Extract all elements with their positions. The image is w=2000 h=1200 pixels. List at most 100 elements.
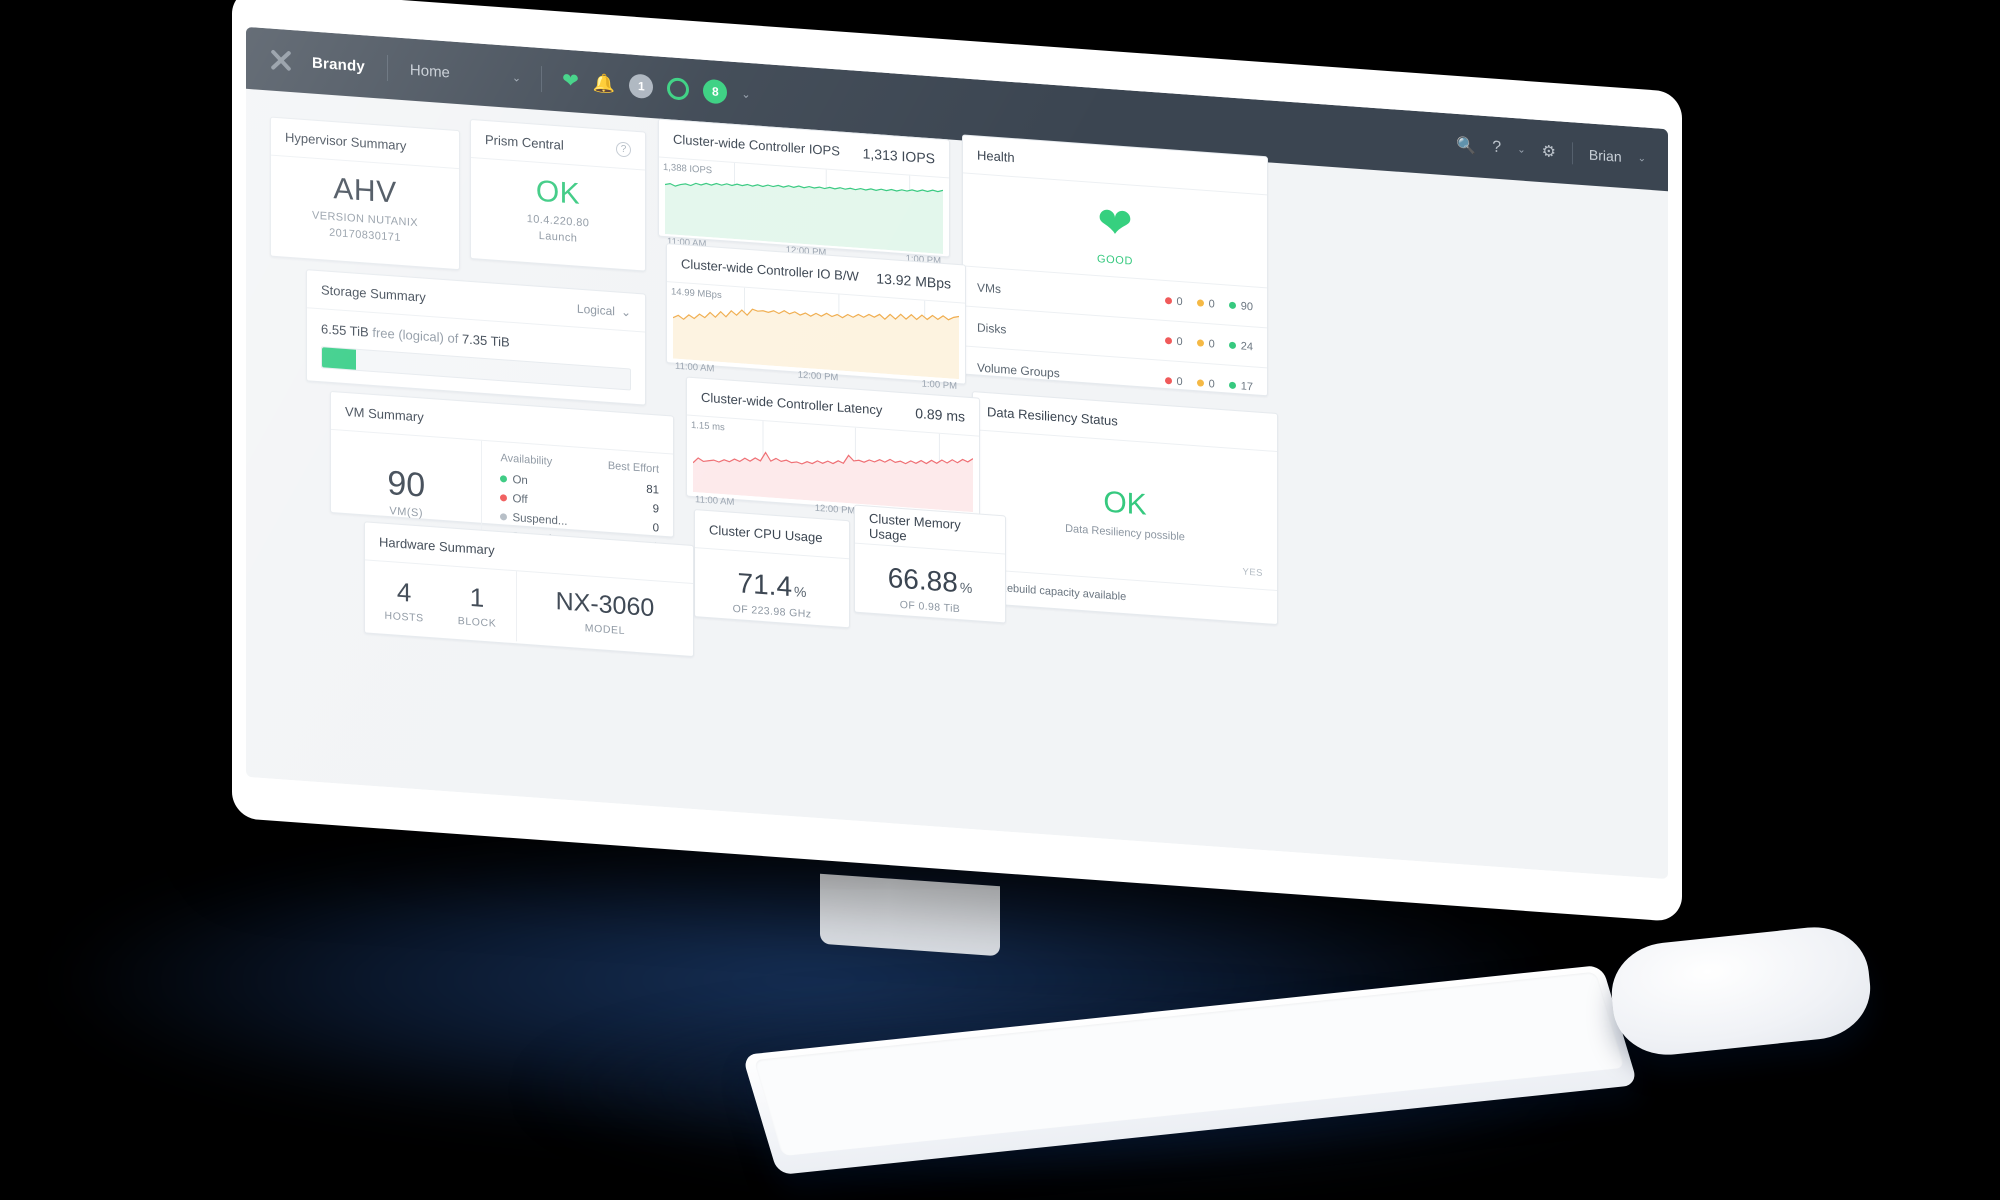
- bell-icon[interactable]: 🔔: [593, 73, 615, 95]
- status-dot-green: [1228, 341, 1236, 350]
- card-cluster-cpu-usage[interactable]: Cluster CPU Usage 71.4% OF 223.98 GHz: [694, 509, 850, 629]
- vg-green-count: 17: [1240, 379, 1253, 393]
- prism-central-ip: 10.4.220.80: [526, 213, 590, 230]
- resiliency-footer: Rebuild capacity available: [973, 568, 1277, 625]
- card-storage-summary[interactable]: Storage Summary Logical ⌄ 6.55 TiB free …: [306, 269, 646, 406]
- nav-divider: [386, 54, 388, 82]
- mouse: [1606, 921, 1876, 1061]
- status-dot-red: [1164, 297, 1172, 305]
- storage-scope-label: Logical: [576, 301, 615, 318]
- chart-peak-value: 0.89 ms: [915, 404, 965, 425]
- blocks-count: 1: [469, 581, 485, 613]
- hypervisor-version-line2: 20170830171: [329, 226, 401, 244]
- help-icon[interactable]: ?: [616, 141, 631, 158]
- cluster-name-label[interactable]: Brandy: [312, 54, 365, 75]
- monitor-stand: [820, 873, 1000, 957]
- blocks-label: BLOCK: [457, 615, 497, 630]
- card-vm-summary[interactable]: VM Summary 90 VM(S) Availability Best Ef…: [330, 390, 674, 569]
- rebuild-capacity-label: Rebuild capacity available: [999, 581, 1127, 603]
- status-dot-red: [1164, 337, 1172, 345]
- card-title: Hypervisor Summary: [285, 129, 407, 154]
- monitor-screen: Brandy Home ⌄ ❤ 🔔 1 8 ⌄ 🔍 ? ⌄ ⚙ Brian ⌄ …: [246, 26, 1668, 880]
- cpu-usage-value: 71.4%: [738, 567, 807, 604]
- prism-central-launch-link[interactable]: Launch: [539, 230, 578, 245]
- disks-yellow-count: 0: [1208, 337, 1215, 351]
- monitor-bezel: Brandy Home ⌄ ❤ 🔔 1 8 ⌄ 🔍 ? ⌄ ⚙ Brian ⌄ …: [232, 0, 1682, 923]
- resiliency-status-sub: Data Resiliency possible: [1065, 522, 1185, 544]
- prism-central-status: OK: [535, 174, 581, 211]
- chevron-down-icon-alerts[interactable]: ⌄: [741, 87, 750, 101]
- nav-status-icons: ❤ 🔔 1 8 ⌄: [562, 69, 751, 107]
- resiliency-status-value: OK: [1103, 485, 1147, 522]
- hardware-model-name: NX-3060: [555, 586, 655, 622]
- health-row-counts: 0 0 24: [1164, 334, 1253, 353]
- storage-usage-bar-fill: [322, 347, 356, 370]
- nav-right-group: 🔍 ? ⌄ ⚙ Brian ⌄: [1456, 134, 1646, 170]
- card-body: OK 10.4.220.80 Launch: [471, 158, 645, 264]
- help-icon[interactable]: ?: [1492, 139, 1501, 158]
- chevron-down-icon[interactable]: ⌄: [512, 70, 521, 84]
- hypervisor-version-line1: VERSION NUTANIX: [311, 209, 419, 230]
- status-dot-green: [1228, 381, 1236, 390]
- storage-scope-selector[interactable]: Logical ⌄: [577, 301, 631, 319]
- chevron-down-icon: ⌄: [620, 304, 631, 320]
- search-icon[interactable]: 🔍: [1456, 135, 1476, 156]
- count-critical: 0: [1164, 294, 1183, 308]
- disks-green-count: 24: [1240, 339, 1253, 353]
- x-tick: 11:00 AM: [695, 494, 735, 508]
- prism-central-details: 10.4.220.80 Launch: [485, 209, 631, 251]
- hardware-model-block: NX-3060 MODEL: [515, 571, 693, 654]
- vms-green-count: 90: [1240, 299, 1253, 313]
- count-critical: 0: [1164, 334, 1183, 348]
- card-data-resiliency[interactable]: Data Resiliency Status OK Data Resilienc…: [972, 391, 1278, 626]
- col-best-effort: Best Effort: [607, 459, 659, 476]
- chevron-down-icon-user[interactable]: ⌄: [1638, 153, 1646, 165]
- vm-state-on: On: [512, 473, 528, 488]
- task-count-badge[interactable]: 8: [703, 78, 728, 105]
- vms-red-count: 0: [1176, 295, 1183, 308]
- card-hypervisor-summary[interactable]: Hypervisor Summary AHV VERSION NUTANIX 2…: [270, 116, 460, 271]
- card-prism-central[interactable]: Prism Central ? OK 10.4.220.80 Launch: [470, 118, 646, 272]
- card-controller-iops[interactable]: Cluster-wide Controller IOPS 1,313 IOPS …: [658, 118, 950, 267]
- hosts-count: 4: [396, 576, 412, 608]
- count-warning: 0: [1196, 297, 1215, 310]
- chevron-down-icon-help[interactable]: ⌄: [1517, 144, 1525, 156]
- card-body: AHV VERSION NUTANIX 20170830171: [271, 156, 459, 263]
- health-row-label: Volume Groups: [977, 359, 1060, 380]
- user-menu-label[interactable]: Brian: [1589, 146, 1622, 164]
- x-tick: 1:00 PM: [921, 378, 957, 392]
- card-title: Cluster-wide Controller Latency: [701, 389, 883, 418]
- memory-usage-total: OF 0.98 TiB: [899, 598, 961, 616]
- vm-state-suspended: Suspend...: [512, 511, 568, 528]
- x-tick: 11:00 AM: [675, 360, 715, 375]
- prism-dashboard: Brandy Home ⌄ ❤ 🔔 1 8 ⌄ 🔍 ? ⌄ ⚙ Brian ⌄ …: [246, 26, 1668, 880]
- card-health[interactable]: Health ❤ GOOD VMs 0 0 90 Disks 0 0 24 Vo…: [962, 134, 1268, 408]
- col-availability: Availability: [500, 452, 553, 468]
- card-title: VM Summary: [345, 403, 424, 425]
- resiliency-status-block: OK Data Resiliency possible: [973, 430, 1277, 570]
- card-title: Hardware Summary: [379, 534, 495, 558]
- card-title: Cluster-wide Controller IOPS: [673, 131, 840, 159]
- current-page-label[interactable]: Home: [410, 61, 450, 81]
- card-title: Cluster-wide Controller IO B/W: [681, 256, 859, 284]
- chart-peak-value: 13.92 MBps: [876, 269, 951, 292]
- gear-icon[interactable]: ⚙: [1542, 141, 1556, 162]
- status-dot-red: [1164, 377, 1172, 385]
- count-good: 90: [1228, 299, 1253, 313]
- count-good: 24: [1228, 339, 1253, 353]
- vm-count-unit: VM(S): [389, 505, 424, 520]
- circle-outline-icon[interactable]: [667, 77, 690, 101]
- scene: Brandy Home ⌄ ❤ 🔔 1 8 ⌄ 🔍 ? ⌄ ⚙ Brian ⌄ …: [0, 0, 2000, 1200]
- card-header-right: ?: [616, 141, 631, 158]
- card-cluster-memory-usage[interactable]: Cluster Memory Usage 66.88% OF 0.98 TiB: [854, 504, 1006, 624]
- status-dot-green: [1228, 301, 1236, 310]
- nutanix-x-logo-icon[interactable]: [268, 46, 294, 74]
- card-controller-io-bw[interactable]: Cluster-wide Controller IO B/W 13.92 MBp…: [666, 243, 966, 392]
- alert-count-badge[interactable]: 1: [629, 73, 654, 100]
- heartbeat-icon[interactable]: ❤: [562, 70, 579, 93]
- card-title: Prism Central: [485, 132, 564, 153]
- card-controller-latency[interactable]: Cluster-wide Controller Latency 0.89 ms …: [686, 376, 980, 525]
- cpu-usage-unit: %: [794, 583, 807, 601]
- card-hardware-summary[interactable]: Hardware Summary 4 HOSTS 1 BLOCK NX-3060…: [364, 521, 694, 658]
- card-title: Health: [977, 147, 1015, 166]
